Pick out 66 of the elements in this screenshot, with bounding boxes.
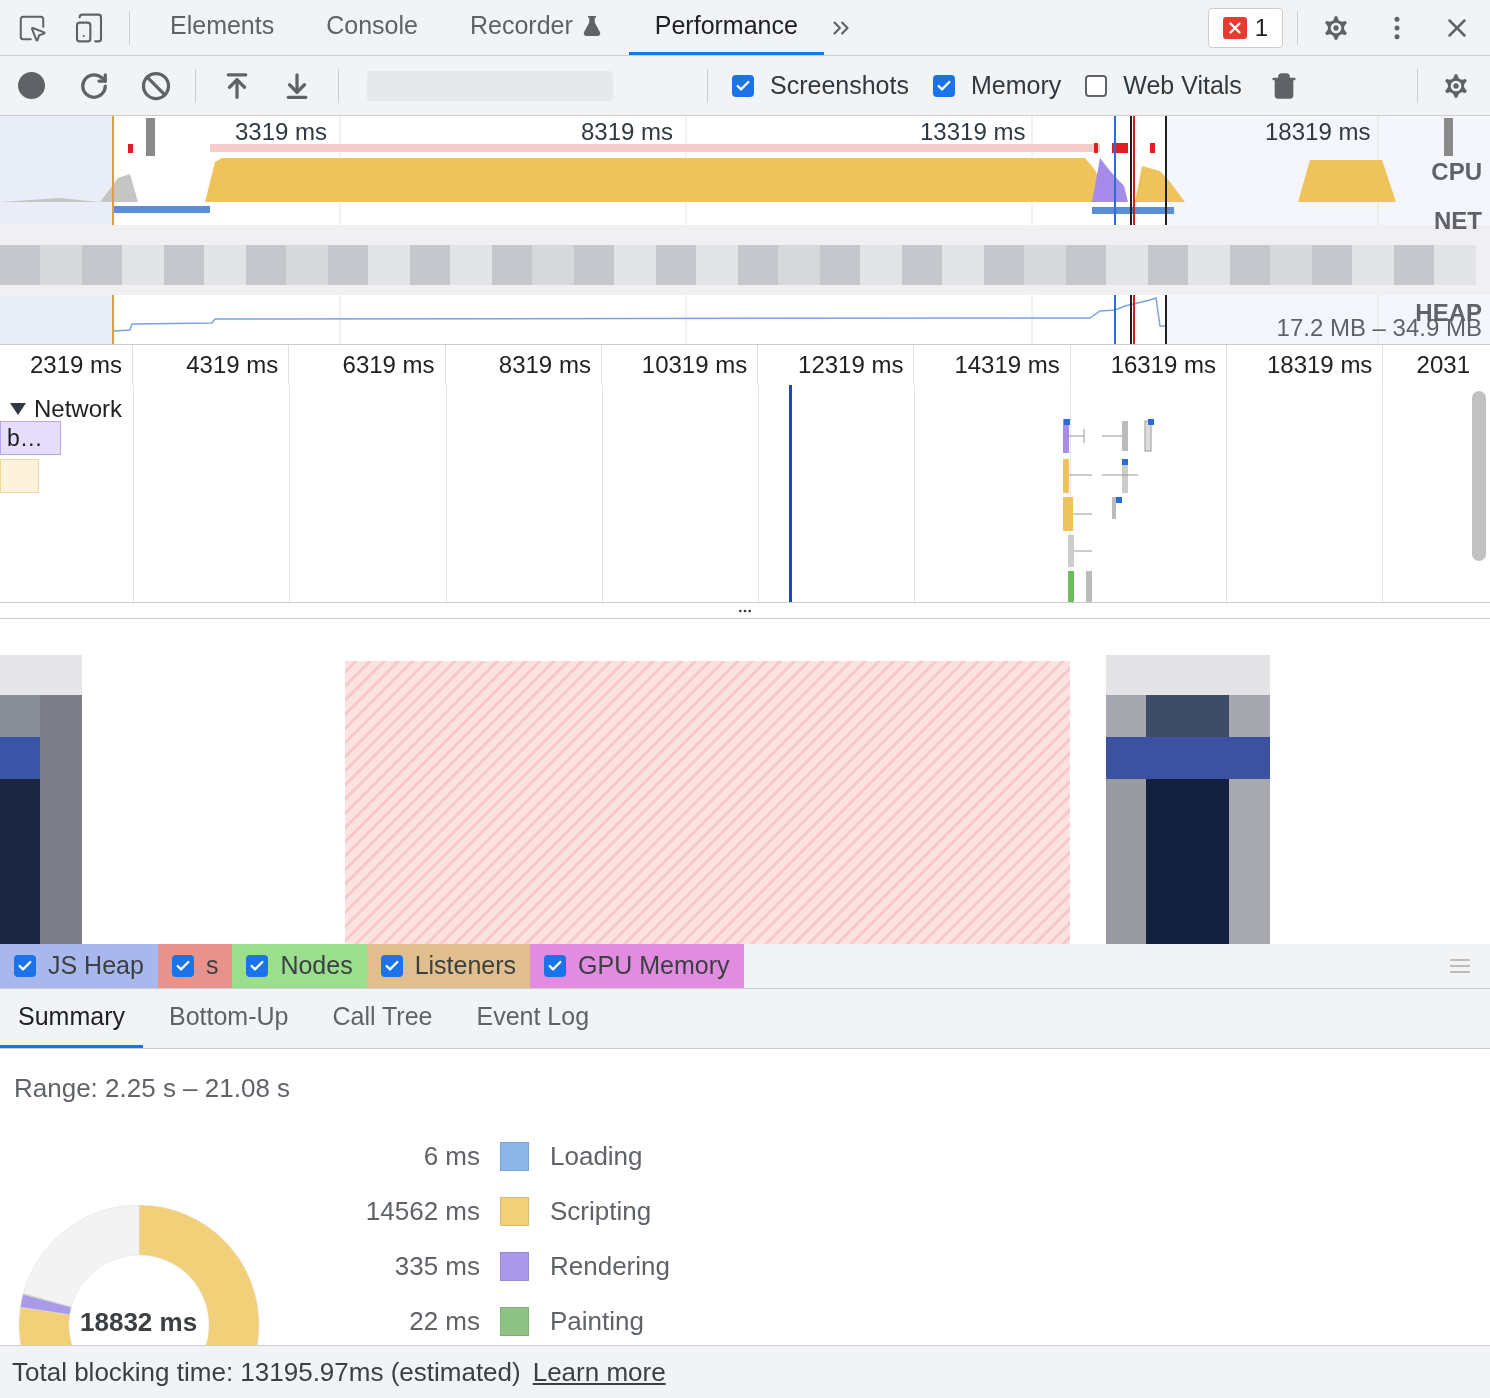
category-label: Painting bbox=[550, 1304, 644, 1338]
ruler-tick-label: 2319 ms bbox=[29, 350, 122, 380]
checkbox[interactable] bbox=[544, 955, 567, 977]
trash-icon[interactable] bbox=[1269, 71, 1298, 100]
blocking-time-text: Total blocking time: 13195.97ms (estimated) bbox=[12, 1355, 521, 1389]
device-toolbar-icon[interactable] bbox=[73, 11, 105, 44]
checkbox[interactable] bbox=[14, 955, 36, 977]
checkbox[interactable] bbox=[1085, 74, 1108, 97]
overview-tick-label: 3319 ms bbox=[234, 120, 329, 144]
range-text: Range: 2.25 s – 21.08 s bbox=[14, 1072, 291, 1105]
counter-label: GPU Memory bbox=[578, 950, 730, 982]
counter-toggle[interactable]: JS Heap bbox=[0, 944, 158, 988]
ruler-tick-label: 8319 ms bbox=[498, 350, 591, 380]
category-label: Rendering bbox=[550, 1249, 670, 1283]
details-tab[interactable]: Call Tree bbox=[310, 989, 455, 1048]
checkbox-label: Memory bbox=[970, 69, 1062, 101]
counter-toggle[interactable]: Nodes bbox=[232, 944, 367, 988]
ruler-tick-label: 16319 ms bbox=[1110, 350, 1217, 380]
checkbox[interactable] bbox=[932, 74, 955, 97]
checkbox-label: Web Vitals bbox=[1123, 69, 1242, 101]
category-time: 22 ms bbox=[408, 1304, 480, 1338]
track-label: CPU bbox=[1431, 160, 1482, 184]
checkbox[interactable] bbox=[380, 955, 403, 977]
checkbox[interactable] bbox=[246, 955, 269, 977]
details-tab[interactable]: Event Log bbox=[454, 989, 612, 1048]
ruler-tick-label: 12319 ms bbox=[798, 350, 904, 380]
overview-tick-label: 13319 ms bbox=[919, 120, 1027, 144]
error-icon bbox=[1222, 16, 1247, 39]
panel-tab[interactable]: Console bbox=[300, 0, 444, 55]
counter-toggle[interactable]: Listeners bbox=[366, 944, 531, 988]
panel-tab[interactable]: Recorder bbox=[443, 0, 629, 55]
checkbox-label: Screenshots bbox=[770, 69, 909, 101]
network-request-bar[interactable]: b… bbox=[0, 421, 61, 455]
donut-total: 18832 ms bbox=[80, 1309, 198, 1335]
ruler-tick-label: 2031 bbox=[1416, 350, 1470, 380]
category-label: Scripting bbox=[550, 1194, 652, 1228]
ruler-tick-label: 18319 ms bbox=[1266, 350, 1373, 380]
counter-label: JS Heap bbox=[48, 950, 144, 982]
counter-label: Listeners bbox=[414, 950, 517, 982]
checkbox[interactable] bbox=[171, 955, 194, 977]
drag-handle-icon[interactable] bbox=[1450, 959, 1470, 973]
panel-tab[interactable]: Elements bbox=[144, 0, 301, 55]
overview-tick-label: 8319 ms bbox=[580, 120, 675, 144]
learn-more-link[interactable]: Learn more bbox=[532, 1352, 666, 1392]
counter-toggle[interactable]: GPU Memory bbox=[530, 944, 744, 988]
checkbox[interactable] bbox=[732, 74, 754, 97]
reload-icon[interactable] bbox=[79, 70, 109, 101]
scrollbar-thumb[interactable] bbox=[1472, 391, 1486, 561]
ruler-tick-label: 4319 ms bbox=[186, 350, 279, 380]
counter-toggle[interactable]: s bbox=[157, 944, 233, 988]
counter-label: s bbox=[205, 950, 219, 982]
overview-tick-label: 18319 ms bbox=[1264, 120, 1372, 144]
category-time: 14562 ms bbox=[364, 1194, 480, 1228]
record-icon[interactable] bbox=[18, 72, 45, 99]
ruler-tick-label: 10319 ms bbox=[641, 350, 748, 380]
category-label: Loading bbox=[550, 1139, 643, 1173]
clear-icon[interactable] bbox=[141, 70, 171, 101]
ruler-tick-label: 6319 ms bbox=[342, 350, 435, 380]
details-tab[interactable]: Summary bbox=[0, 989, 143, 1048]
counter-label: Nodes bbox=[280, 950, 353, 982]
category-time: 335 ms bbox=[393, 1249, 480, 1283]
error-counter[interactable]: 1 bbox=[1207, 7, 1283, 48]
ruler-tick-label: 14319 ms bbox=[954, 350, 1060, 380]
category-time: 6 ms bbox=[422, 1139, 480, 1173]
track-label: NET bbox=[1434, 209, 1482, 233]
details-tab[interactable]: Bottom-Up bbox=[146, 989, 311, 1048]
